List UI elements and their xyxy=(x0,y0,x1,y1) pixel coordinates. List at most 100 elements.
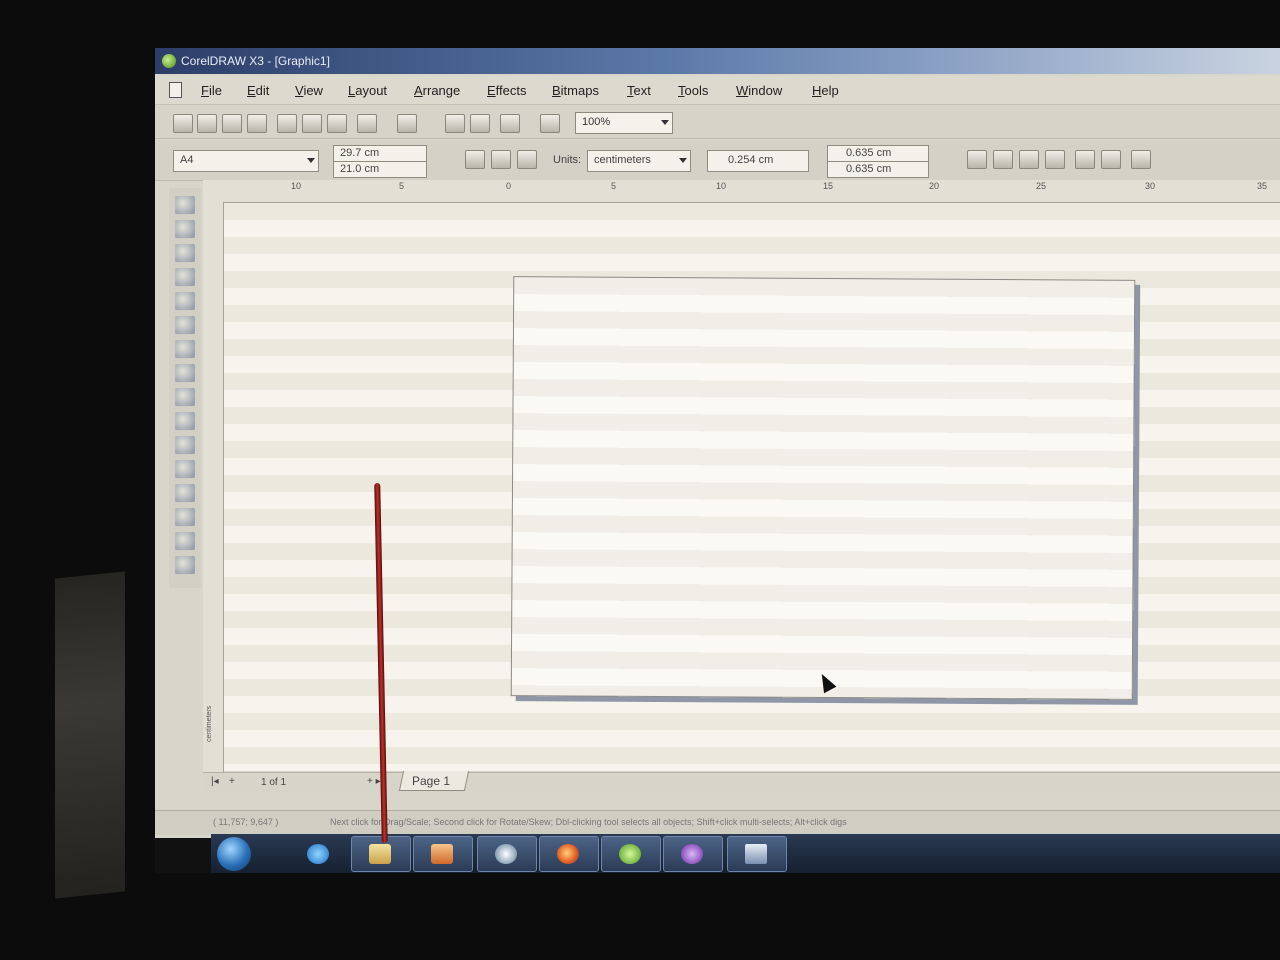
duplicate-x-value: 0.635 cm xyxy=(846,147,892,159)
menu-help[interactable]: Help xyxy=(812,83,839,98)
page-navigator: |◂ + 1 of 1 + ▸ Page 1 xyxy=(203,771,1280,793)
ruler-tick-label: 20 xyxy=(929,181,940,191)
status-bar: ( 11,757; 9,647 ) Next click for Drag/Sc… xyxy=(155,810,1280,835)
duplicate-x-field[interactable]: 0.635 cm xyxy=(827,145,929,162)
menu-layout[interactable]: Layout xyxy=(348,83,387,98)
taskbar-firefox[interactable] xyxy=(539,836,599,872)
units-value: centimeters xyxy=(594,154,651,166)
next-page-icon[interactable]: + ▸ xyxy=(367,776,381,787)
ruler-tick-label: 0 xyxy=(506,181,512,191)
media-center-icon xyxy=(495,844,517,864)
units-label: Units: xyxy=(553,154,582,166)
eyedropper-tool-icon[interactable] xyxy=(175,484,195,502)
outline-tool-icon[interactable] xyxy=(175,508,195,526)
first-page-icon[interactable]: |◂ xyxy=(211,776,219,787)
interactive-blend-tool-icon[interactable] xyxy=(175,460,195,478)
menu-text[interactable]: Text xyxy=(627,83,651,98)
zoom-level-combo[interactable]: 100% xyxy=(575,112,673,134)
vertical-ruler[interactable]: centimeters xyxy=(203,202,224,772)
menu-window[interactable]: Window xyxy=(736,83,782,98)
copy-icon[interactable] xyxy=(302,114,322,133)
open-icon[interactable] xyxy=(197,114,217,133)
shape-tool-icon[interactable] xyxy=(175,220,195,238)
snap-to-guidelines-icon[interactable] xyxy=(1019,150,1039,169)
menu-bitmaps[interactable]: Bitmaps xyxy=(552,83,599,98)
add-page-icon[interactable]: + xyxy=(229,776,235,787)
menu-arrange[interactable]: Arrange xyxy=(414,83,460,98)
system-info-icon xyxy=(745,844,767,864)
paper-height-field[interactable]: 21.0 cm xyxy=(333,161,427,178)
coreldraw-window: CorelDRAW X3 - [Graphic1] File Edit View… xyxy=(155,48,1280,838)
rectangle-tool-icon[interactable] xyxy=(175,340,195,358)
text-tool-icon[interactable] xyxy=(175,436,195,454)
options-icon[interactable] xyxy=(1101,150,1121,169)
all-pages-icon[interactable] xyxy=(517,150,537,169)
ruler-tick-label: 5 xyxy=(611,181,617,191)
horizontal-ruler[interactable]: 10 5 0 5 10 15 20 25 30 35 xyxy=(203,180,1280,203)
fill-tool-icon[interactable] xyxy=(175,532,195,550)
taskbar-media-center[interactable] xyxy=(477,836,537,872)
cursor-coordinates: ( 11,757; 9,647 ) xyxy=(213,817,279,827)
toolbox xyxy=(169,188,201,588)
taskbar-system-info[interactable] xyxy=(727,836,787,872)
monitor-bezel-reflection xyxy=(55,571,125,899)
nudge-distance-field[interactable]: 0.254 cm xyxy=(707,150,809,172)
menu-tools[interactable]: Tools xyxy=(678,83,708,98)
crop-tool-icon[interactable] xyxy=(175,244,195,262)
redo-icon[interactable] xyxy=(397,114,417,133)
title-bar[interactable]: CorelDRAW X3 - [Graphic1] xyxy=(155,48,1280,74)
application-launcher-icon[interactable] xyxy=(500,114,520,133)
snap-to-objects-icon[interactable] xyxy=(1045,150,1065,169)
landscape-icon[interactable] xyxy=(491,150,511,169)
menu-file[interactable]: File xyxy=(201,83,222,98)
document-icon[interactable] xyxy=(169,82,182,98)
menu-effects[interactable]: Effects xyxy=(487,83,527,98)
document-page[interactable] xyxy=(510,276,1136,700)
duplicate-y-field[interactable]: 0.635 cm xyxy=(827,161,929,178)
page-tab-label: Page 1 xyxy=(412,774,451,788)
export-icon[interactable] xyxy=(470,114,490,133)
coreldraw-app-icon xyxy=(162,54,176,68)
menu-edit[interactable]: Edit xyxy=(247,83,269,98)
ruler-tick-label: 25 xyxy=(1036,181,1047,191)
import-icon[interactable] xyxy=(445,114,465,133)
new-icon[interactable] xyxy=(173,114,193,133)
paste-icon[interactable] xyxy=(327,114,347,133)
yahoo-messenger-icon xyxy=(681,844,703,864)
dynamic-guides-icon[interactable] xyxy=(1075,150,1095,169)
taskbar-explorer[interactable] xyxy=(351,836,411,872)
ruler-tick-label: 10 xyxy=(291,181,302,191)
taskbar-yahoo-messenger[interactable] xyxy=(663,836,723,872)
ruler-tick-label: 30 xyxy=(1145,181,1156,191)
folder-icon xyxy=(369,844,391,864)
undo-icon[interactable] xyxy=(357,114,377,133)
taskbar-internet-explorer[interactable] xyxy=(289,836,349,872)
page-tab[interactable]: Page 1 xyxy=(398,771,470,791)
ellipse-tool-icon[interactable] xyxy=(175,364,195,382)
portrait-icon[interactable] xyxy=(465,150,485,169)
pick-tool-icon[interactable] xyxy=(175,196,195,214)
treat-as-filled-icon[interactable] xyxy=(967,150,987,169)
paper-width-field[interactable]: 29.7 cm xyxy=(333,145,427,162)
save-icon[interactable] xyxy=(222,114,242,133)
snap-to-grid-icon[interactable] xyxy=(993,150,1013,169)
ruler-unit-label: centimeters xyxy=(206,705,213,742)
units-combo[interactable]: centimeters xyxy=(587,150,691,172)
taskbar-media-player[interactable] xyxy=(413,836,473,872)
interactive-fill-tool-icon[interactable] xyxy=(175,556,195,574)
corel-online-icon[interactable] xyxy=(540,114,560,133)
taskbar-coreldraw[interactable] xyxy=(601,836,661,872)
smart-fill-tool-icon[interactable] xyxy=(175,316,195,334)
basic-shapes-tool-icon[interactable] xyxy=(175,412,195,430)
settings-icon[interactable] xyxy=(1131,150,1151,169)
menu-view[interactable]: View xyxy=(295,83,323,98)
print-icon[interactable] xyxy=(247,114,267,133)
start-button-icon[interactable] xyxy=(217,837,251,871)
chevron-down-icon xyxy=(679,158,687,163)
paper-size-value: A4 xyxy=(180,154,194,166)
polygon-tool-icon[interactable] xyxy=(175,388,195,406)
zoom-tool-icon[interactable] xyxy=(175,268,195,286)
cut-icon[interactable] xyxy=(277,114,297,133)
paper-size-combo[interactable]: A4 xyxy=(173,150,319,172)
freehand-tool-icon[interactable] xyxy=(175,292,195,310)
